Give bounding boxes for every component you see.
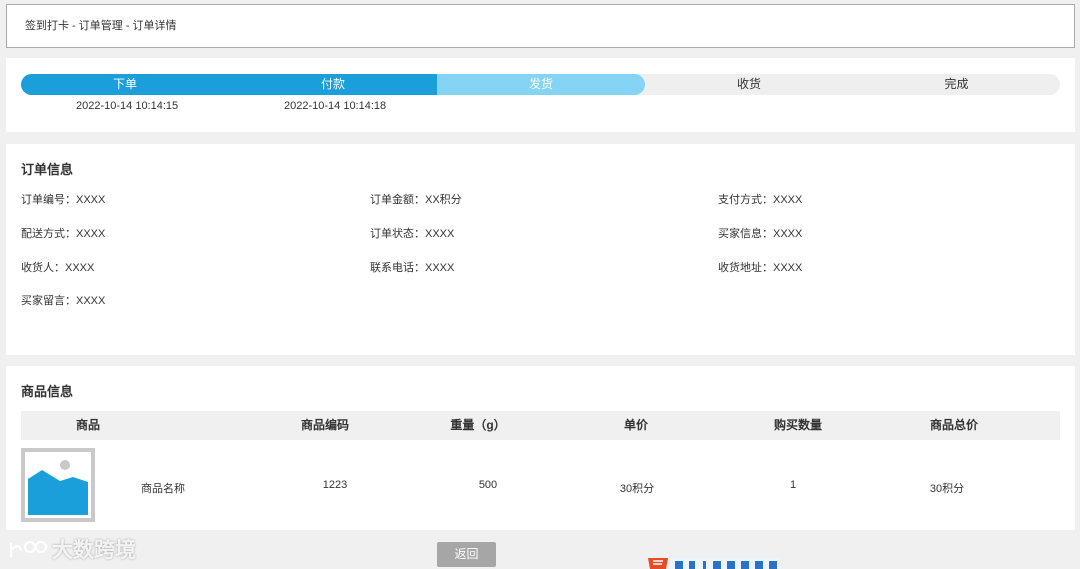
step-paid: 付款 — [229, 74, 437, 95]
back-button[interactable]: 返回 — [437, 542, 496, 567]
product-total: 30积分 — [929, 483, 965, 495]
progress-track: 下单 付款 发货 收货 完成 — [21, 74, 1060, 95]
goods-table-header: 商品 商品编码 重量（g） 单价 购买数量 商品总价 — [21, 411, 1060, 440]
step-time-paid: 2022-10-14 10:14:18 — [284, 100, 387, 112]
order-amount-field: 订单金额：XX积分 — [370, 194, 462, 206]
step-received: 收货 — [736, 77, 761, 91]
order-status-field: 订单状态：XXXX — [370, 228, 455, 240]
product-name: 商品名称 — [141, 483, 185, 495]
col-weight: 重量（g） — [450, 418, 506, 432]
watermark-logo-icon — [10, 541, 47, 557]
product-weight: 500 — [478, 479, 498, 491]
product-unit-price: 30积分 — [619, 483, 655, 495]
image-placeholder-icon — [28, 460, 88, 515]
goods-info-title: 商品信息 — [21, 384, 74, 399]
step-time-order-placed: 2022-10-14 10:14:15 — [76, 100, 179, 112]
delivery-method-field: 配送方式：XXXX — [21, 228, 106, 240]
buyer-message-field: 买家留言：XXXX — [21, 295, 106, 307]
goods-info-card: 商品信息 商品 商品编码 重量（g） 单价 购买数量 商品总价 商品名称 122… — [6, 366, 1075, 530]
buyer-info-field: 买家信息：XXXX — [718, 228, 803, 240]
address-field: 收货地址：XXXX — [718, 262, 803, 274]
order-info-card: 订单信息 订单编号：XXXX 订单金额：XX积分 支付方式：XXXX 配送方式：… — [6, 144, 1075, 355]
watermark-text: 大数跨境 — [52, 539, 136, 562]
order-number-field: 订单编号：XXXX — [21, 194, 106, 206]
html5-badge-icon — [648, 558, 779, 569]
col-unit-price: 单价 — [623, 418, 648, 432]
payment-method-field: 支付方式：XXXX — [718, 194, 803, 206]
col-quantity: 购买数量 — [773, 418, 822, 432]
phone-field: 联系电话：XXXX — [370, 262, 455, 274]
product-code: 1223 — [322, 479, 348, 491]
col-goods: 商品 — [75, 418, 100, 432]
watermark: 大数跨境 — [8, 534, 136, 564]
bottom-badge-strip — [647, 558, 779, 569]
order-info-title: 订单信息 — [21, 162, 74, 177]
consignee-field: 收货人：XXXX — [21, 262, 95, 274]
product-image — [21, 448, 95, 522]
col-total: 商品总价 — [929, 418, 978, 432]
col-code: 商品编码 — [300, 418, 349, 432]
breadcrumb: 签到打卡 - 订单管理 - 订单详情 — [6, 4, 1075, 48]
order-progress-panel: 下单 付款 发货 收货 完成 2022-10-14 10:14:15 2022-… — [6, 58, 1075, 132]
step-order-placed: 下单 — [21, 74, 229, 95]
step-shipped: 发货 — [437, 74, 645, 95]
step-completed: 完成 — [944, 77, 969, 91]
product-quantity: 1 — [789, 479, 797, 491]
